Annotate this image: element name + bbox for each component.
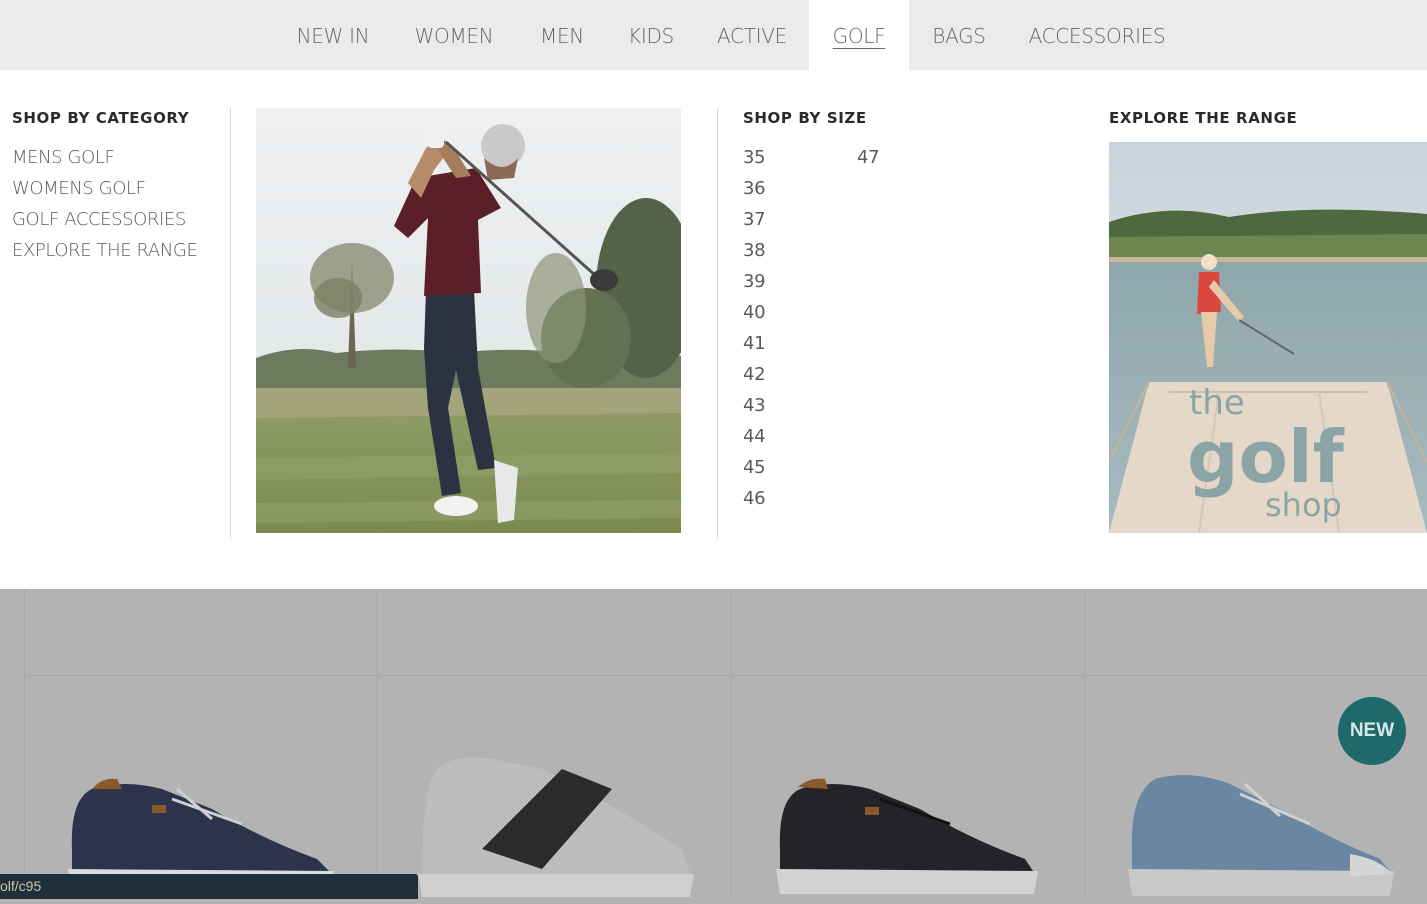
column-divider: [230, 108, 231, 539]
status-url: olf/c95: [0, 878, 42, 894]
nav-new-in[interactable]: NEW IN: [288, 0, 378, 70]
sneaker-image: [1128, 775, 1394, 896]
size-link-38[interactable]: 38: [743, 240, 766, 261]
shop-by-size-heading: SHOP BY SIZE: [743, 109, 867, 127]
size-link-47[interactable]: 47: [857, 147, 880, 168]
size-link-46[interactable]: 46: [743, 488, 766, 509]
size-link-37[interactable]: 37: [743, 209, 766, 230]
shop-by-category-heading: SHOP BY CATEGORY: [12, 109, 190, 127]
size-link-36[interactable]: 36: [743, 178, 766, 199]
golf-shop-banner[interactable]: the golf shop: [1109, 142, 1427, 533]
category-link-explore-range[interactable]: EXPLORE THE RANGE: [12, 240, 198, 261]
category-link-womens-golf[interactable]: WOMENS GOLF: [12, 178, 146, 199]
size-link-42[interactable]: 42: [743, 364, 766, 385]
nav-active[interactable]: ACTIVE: [708, 0, 796, 70]
nav-kids[interactable]: KIDS: [620, 0, 682, 70]
product-grid: NEW: [0, 589, 1427, 899]
size-link-41[interactable]: 41: [743, 333, 766, 354]
nav-bags[interactable]: BAGS: [922, 0, 996, 70]
slip-on-image: [418, 757, 694, 897]
size-link-43[interactable]: 43: [743, 395, 766, 416]
size-link-39[interactable]: 39: [743, 271, 766, 292]
nav-accessories[interactable]: ACCESSORIES: [1022, 0, 1172, 70]
size-link-40[interactable]: 40: [743, 302, 766, 323]
grid-line: [731, 589, 732, 899]
category-link-golf-accessories[interactable]: GOLF ACCESSORIES: [12, 209, 186, 230]
product-blue-sneaker[interactable]: [1120, 754, 1400, 904]
nav-women[interactable]: WOMEN: [404, 0, 504, 70]
size-link-45[interactable]: 45: [743, 457, 766, 478]
golfer-promo-image[interactable]: [256, 108, 681, 533]
product-white-slip-on[interactable]: [412, 749, 702, 904]
banner-text-shop: shop: [1265, 486, 1342, 524]
size-link-35[interactable]: 35: [743, 147, 766, 168]
main-navigation: NEW IN WOMEN MEN KIDS ACTIVE GOLF BAGS A…: [0, 0, 1427, 70]
grid-line: [24, 589, 25, 899]
grid-line: [24, 675, 1427, 676]
golfer-illustration: [256, 108, 681, 533]
size-link-44[interactable]: 44: [743, 426, 766, 447]
sneaker-image: [776, 778, 1038, 894]
grid-line: [377, 589, 378, 899]
grid-line: [1084, 589, 1085, 899]
browser-status-bar: olf/c95: [0, 874, 418, 899]
explore-range-heading: EXPLORE THE RANGE: [1109, 109, 1298, 127]
category-link-mens-golf[interactable]: MENS GOLF: [12, 147, 115, 168]
column-divider: [717, 108, 718, 539]
golf-mega-menu: SHOP BY CATEGORY MENS GOLF WOMENS GOLF G…: [0, 70, 1427, 589]
golf-shop-illustration: the golf shop: [1109, 142, 1427, 533]
new-badge: NEW: [1338, 697, 1406, 765]
nav-men[interactable]: MEN: [528, 0, 596, 70]
product-black-sneaker[interactable]: [770, 759, 1050, 904]
nav-golf[interactable]: GOLF: [809, 0, 909, 70]
